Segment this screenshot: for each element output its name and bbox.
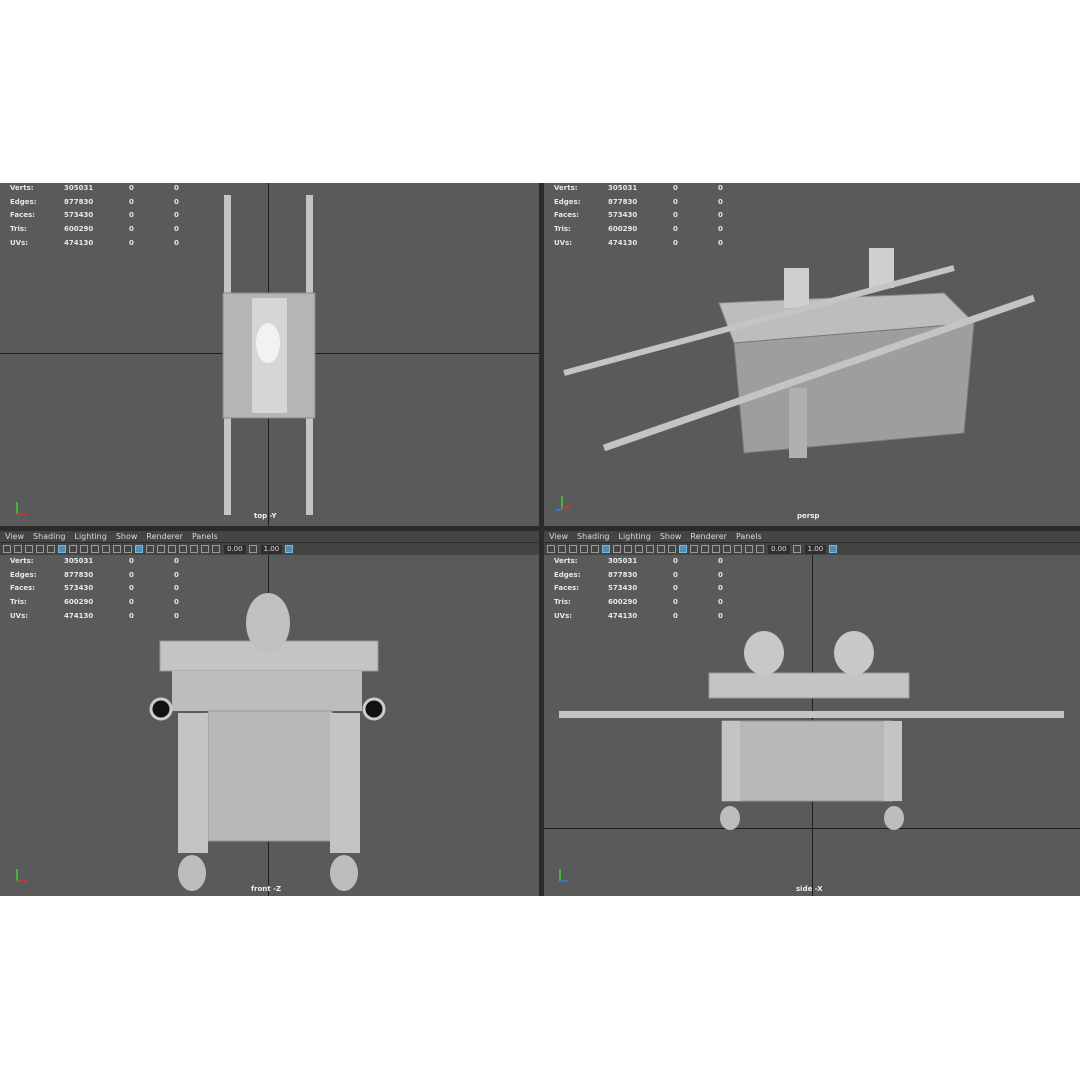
- poly-stats-hud: Verts: 305031 0 0 Edges: 877830 0 0 Faces: 5734…: [10, 184, 179, 247]
- exposure-icon[interactable]: [756, 545, 764, 553]
- bookmark-icon[interactable]: [25, 545, 33, 553]
- poly-stats-hud: Verts: 305031 0 0 Edges: 877830 0 0 Faces: 5734…: [554, 557, 723, 620]
- lights-icon[interactable]: [701, 545, 709, 553]
- resolution-gate-icon[interactable]: [624, 545, 632, 553]
- textured-icon[interactable]: [146, 545, 154, 553]
- camera-select-icon[interactable]: [3, 545, 11, 553]
- exposure-field[interactable]: 0.00: [768, 544, 790, 554]
- gamma-icon[interactable]: [248, 545, 257, 553]
- safe-action-icon[interactable]: [113, 545, 121, 553]
- menu-shading[interactable]: Shading: [577, 532, 610, 541]
- field-chart-icon[interactable]: [646, 545, 654, 553]
- menu-show[interactable]: Show: [116, 532, 138, 541]
- menu-panels[interactable]: Panels: [736, 532, 762, 541]
- wireframe-icon[interactable]: [668, 545, 676, 553]
- smooth-shade-icon[interactable]: [135, 545, 143, 553]
- menu-panels[interactable]: Panels: [192, 532, 218, 541]
- panel-toolbar: 0.00 1.00: [544, 543, 1080, 555]
- shadows-icon[interactable]: [168, 545, 176, 553]
- axis-gizmo-icon: [16, 869, 28, 882]
- image-plane-icon[interactable]: [580, 545, 588, 553]
- axis-gizmo-icon: [16, 502, 28, 515]
- gamma-icon[interactable]: [792, 545, 801, 553]
- viewport-front[interactable]: Verts: 305031 0 0 Edges: 877830 0 0 Faces: 5734…: [0, 543, 539, 896]
- xray-icon[interactable]: [201, 545, 209, 553]
- exposure-field[interactable]: 0.00: [224, 544, 246, 554]
- grid-toggle-icon[interactable]: [602, 545, 610, 553]
- xray-icon[interactable]: [745, 545, 753, 553]
- menu-lighting[interactable]: Lighting: [618, 532, 650, 541]
- gamma-field[interactable]: 1.00: [804, 544, 827, 554]
- menu-renderer[interactable]: Renderer: [146, 532, 183, 541]
- safe-action-icon[interactable]: [657, 545, 665, 553]
- menu-view[interactable]: View: [5, 532, 24, 541]
- shadows-icon[interactable]: [712, 545, 720, 553]
- film-gate-icon[interactable]: [69, 545, 77, 553]
- gate-mask-icon[interactable]: [635, 545, 643, 553]
- menu-shading[interactable]: Shading: [33, 532, 66, 541]
- camera-select-icon[interactable]: [547, 545, 555, 553]
- exposure-icon[interactable]: [212, 545, 220, 553]
- gate-mask-icon[interactable]: [91, 545, 99, 553]
- grid-toggle-icon[interactable]: [58, 545, 66, 553]
- poly-stats-hud: Verts: 305031 0 0 Edges: 877830 0 0 Faces: 5734…: [554, 184, 723, 247]
- bookmark-icon[interactable]: [569, 545, 577, 553]
- color-management-icon[interactable]: [285, 545, 294, 553]
- color-management-icon[interactable]: [829, 545, 838, 553]
- camera-label-persp: persp: [797, 512, 820, 520]
- panel-menu-bar: View Shading Lighting Show Renderer Panels: [0, 531, 539, 542]
- menu-show[interactable]: Show: [660, 532, 682, 541]
- ambient-occlusion-icon[interactable]: [179, 545, 187, 553]
- wireframe-icon[interactable]: [124, 545, 132, 553]
- gamma-field[interactable]: 1.00: [260, 544, 283, 554]
- menu-renderer[interactable]: Renderer: [690, 532, 727, 541]
- camera-label-side: side -X: [796, 885, 823, 893]
- camera-attr-icon[interactable]: [558, 545, 566, 553]
- camera-attr-icon[interactable]: [14, 545, 22, 553]
- textured-icon[interactable]: [690, 545, 698, 553]
- poly-stats-hud: Verts: 305031 0 0 Edges: 877830 0 0 Faces: 5734…: [10, 557, 179, 620]
- isolate-select-icon[interactable]: [734, 545, 742, 553]
- ambient-occlusion-icon[interactable]: [723, 545, 731, 553]
- axis-gizmo-icon: [555, 496, 572, 512]
- smooth-shade-icon[interactable]: [679, 545, 687, 553]
- lights-icon[interactable]: [157, 545, 165, 553]
- field-chart-icon[interactable]: [102, 545, 110, 553]
- panel-menu-bar: View Shading Lighting Show Renderer Panels: [544, 531, 1080, 542]
- grid-icon[interactable]: [47, 545, 55, 553]
- film-gate-icon[interactable]: [613, 545, 621, 553]
- menu-view[interactable]: View: [549, 532, 568, 541]
- isolate-select-icon[interactable]: [190, 545, 198, 553]
- camera-label-front: front -Z: [251, 885, 282, 893]
- menu-lighting[interactable]: Lighting: [74, 532, 106, 541]
- image-plane-icon[interactable]: [36, 545, 44, 553]
- grid-icon[interactable]: [591, 545, 599, 553]
- axis-gizmo-icon: [559, 869, 568, 882]
- resolution-gate-icon[interactable]: [80, 545, 88, 553]
- viewport-top[interactable]: Verts: 305031 0 0 Edges: 877830 0 0 Faces: 5734…: [0, 183, 539, 526]
- camera-label-top: top -Y: [254, 512, 277, 520]
- panel-toolbar: 0.00 1.00: [0, 543, 539, 555]
- viewport-persp[interactable]: Verts: 305031 0 0 Edges: 877830 0 0 Faces: 5734…: [544, 183, 1080, 526]
- viewport-side[interactable]: Verts: 305031 0 0 Edges: 877830 0 0 Faces: 5734…: [544, 543, 1080, 896]
